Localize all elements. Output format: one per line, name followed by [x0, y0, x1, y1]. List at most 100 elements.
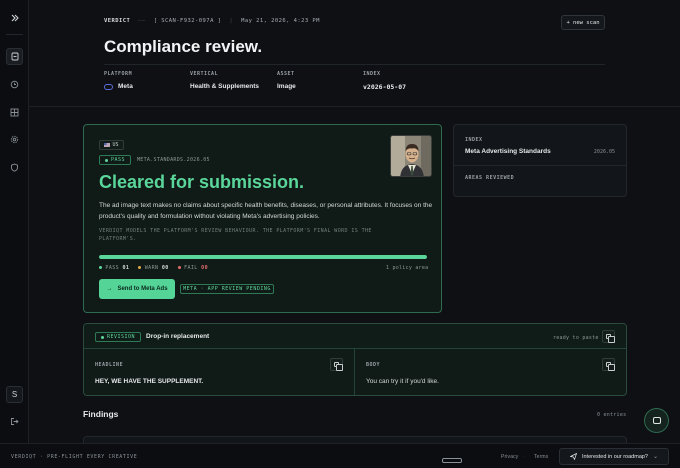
revision-title: Drop-in replacement — [146, 333, 210, 340]
copy-all-button[interactable] — [602, 330, 615, 343]
index-standard-name: Meta Advertising Standards — [465, 148, 551, 155]
header-divider — [104, 64, 605, 65]
index-card: INDEX Meta Advertising Standards 2026.05… — [453, 124, 627, 197]
pass-status-text: PASS — [110, 157, 126, 163]
pass-status-badge: PASS — [99, 155, 131, 165]
standard-code: META.STANDARDS.2026.05 — [137, 157, 210, 163]
verdict-card: US PASS META.STANDARDS.2026.05 Cleared f… — [83, 124, 442, 313]
verdict-title: Cleared for submission. — [99, 172, 305, 192]
send-button-label: Send to Meta Ads — [117, 286, 168, 292]
vertical-label: VERTICAL — [190, 71, 219, 77]
scan-icon[interactable] — [6, 48, 23, 65]
index-card-label: INDEX — [465, 137, 483, 143]
asset-value: Image — [277, 83, 296, 90]
ad-image-thumbnail[interactable] — [390, 135, 432, 177]
platform-value: Meta — [104, 83, 133, 90]
headline-column: HEADLINE HEY, WE HAVE THE SUPPLEMENT. — [84, 349, 354, 395]
ready-to-paste-label: ready to paste — [553, 335, 599, 341]
app-review-pending-badge: META · APP REVIEW PENDING — [180, 284, 274, 294]
tally-fail-count: 00 — [201, 265, 208, 271]
roadmap-label: Interested in our roadmap? — [581, 453, 648, 460]
revision-header: REVISION Drop-in replacement ready to pa… — [84, 324, 626, 349]
terms-link[interactable]: Terms — [534, 454, 548, 460]
findings-heading: Findings — [83, 409, 119, 419]
region-text: US — [112, 142, 119, 148]
index-field: INDEX v2026-05-07 — [363, 71, 406, 91]
index-label: INDEX — [363, 71, 381, 77]
expand-icon[interactable] — [6, 9, 23, 26]
tally-fail-label: FAIL — [184, 265, 198, 271]
page-title: Compliance review. — [104, 37, 263, 56]
send-icon — [569, 453, 577, 460]
sidebar-divider — [6, 34, 23, 35]
body-label: BODY — [366, 362, 381, 368]
fail-dot-icon — [177, 266, 181, 269]
platform-label: PLATFORM — [104, 71, 133, 77]
tally-warn-count: 00 — [161, 265, 169, 271]
index-standard-date: 2026.05 — [593, 149, 615, 155]
scan-id-value: SCAN-F932-097A — [161, 18, 214, 24]
copy-icon — [606, 334, 615, 343]
scan-fields: PLATFORM Meta VERTICAL Health & Suppleme… — [104, 71, 605, 95]
asset-label: ASSET — [277, 71, 295, 77]
body-column: BODY You can try it if you'd like. — [355, 349, 626, 395]
revision-dot-icon — [100, 335, 104, 339]
tally-pass-label: PASS — [105, 265, 120, 271]
new-scan-button[interactable]: + new scan — [561, 15, 605, 30]
headline-text: HEY, WE HAVE THE SUPPLEMENT. — [95, 378, 204, 385]
privacy-link[interactable]: Privacy — [501, 454, 518, 460]
index-card-divider — [454, 165, 626, 166]
account-avatar[interactable]: S — [6, 386, 23, 403]
revision-card: REVISION Drop-in replacement ready to pa… — [83, 323, 627, 396]
copy-headline-button[interactable] — [330, 358, 343, 371]
platform-disclaimer: VERDIQT MODELS THE PLATFORM'S REVIEW BEH… — [99, 228, 372, 242]
tally-warn: WARN 00 — [138, 265, 168, 271]
findings-count: 0 entries — [597, 412, 627, 418]
send-to-meta-ads-button[interactable]: → Send to Meta Ads — [99, 279, 175, 299]
us-flag-icon — [104, 143, 111, 147]
footer-brand: VERDIQT · PRE-FLIGHT EVERY CREATIVE — [11, 454, 138, 460]
copy-icon — [606, 362, 615, 371]
areas-reviewed-label: AREAS REVIEWED — [465, 175, 515, 181]
history-icon[interactable] — [6, 76, 23, 93]
footer: VERDIQT · PRE-FLIGHT EVERY CREATIVE Priv… — [0, 443, 680, 468]
verdict-explanation: The ad image text makes no claims about … — [99, 202, 433, 220]
revision-badge: REVISION — [95, 332, 141, 342]
policy-area-count: 1 policy area — [386, 265, 429, 271]
scan-meta-row: VERDICT —— [ SCAN-F932-097A ] | May 21, … — [104, 18, 320, 24]
vertical-field: VERTICAL Health & Supplements — [190, 71, 259, 90]
result-tally: PASS 01 WARN 00 FAIL 00 — [99, 265, 208, 271]
roadmap-button[interactable]: Interested in our roadmap? ⌄ — [559, 448, 669, 465]
chat-icon — [652, 417, 661, 424]
grid-icon[interactable] — [6, 104, 23, 121]
meta-separator: | — [229, 18, 234, 24]
tally-warn-label: WARN — [144, 265, 159, 271]
logout-icon[interactable] — [6, 413, 23, 430]
section-divider — [29, 106, 680, 107]
vertical-value: Health & Supplements — [190, 83, 259, 90]
tally-pass-count: 01 — [122, 265, 130, 271]
body-text: You can try it if you'd like. — [366, 378, 439, 385]
meta-logo-icon — [104, 83, 113, 90]
index-value: v2026-05-07 — [363, 83, 407, 91]
revision-badge-text: REVISION — [106, 334, 136, 340]
verdict-label: VERDICT — [104, 18, 131, 24]
copy-icon — [334, 362, 343, 371]
tally-pass: PASS 01 — [99, 265, 129, 271]
asset-field: ASSET Image — [277, 71, 296, 90]
chat-button[interactable] — [644, 408, 669, 433]
copy-body-button[interactable] — [602, 358, 615, 371]
meta-separator: —— — [138, 18, 146, 24]
drag-handle[interactable] — [442, 458, 462, 463]
settings-icon[interactable] — [6, 131, 23, 148]
warn-dot-icon — [138, 266, 142, 269]
scan-timestamp: May 21, 2026, 4:23 PM — [241, 18, 320, 24]
sidebar: S — [0, 0, 29, 443]
region-badge: US — [99, 140, 124, 150]
platform-field: PLATFORM Meta — [104, 71, 133, 90]
headline-label: HEADLINE — [95, 362, 124, 368]
scan-id: [ SCAN-F932-097A ] — [153, 18, 222, 24]
footer-separator: · — [523, 454, 525, 460]
shield-icon[interactable] — [6, 159, 23, 176]
platform-name: Meta — [118, 83, 133, 90]
